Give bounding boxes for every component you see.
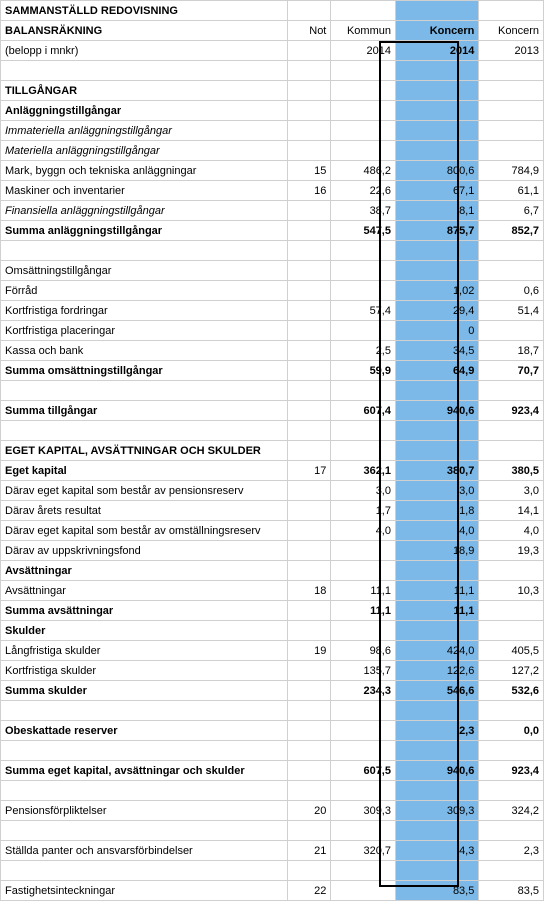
sec-anl: Anläggningstillgångar [1, 101, 288, 121]
table-row: Anläggningstillgångar [1, 101, 544, 121]
row-pensf: Pensionsförpliktelser [1, 801, 288, 821]
table-row [1, 821, 544, 841]
row-kassa: Kassa och bank [1, 341, 288, 361]
table-row: Summa anläggningstillgångar 547,5 875,7 … [1, 221, 544, 241]
row-stpant: Ställda panter och ansvarsförbindelser [1, 841, 288, 861]
table-row: Avsättningar 18 11,1 11,1 10,3 [1, 581, 544, 601]
table-row [1, 241, 544, 261]
table-row [1, 381, 544, 401]
table-row [1, 861, 544, 881]
row-omres: Därav eget kapital som består av omställ… [1, 521, 288, 541]
table-row: Därav av uppskrivningsfond 18,9 19,3 [1, 541, 544, 561]
table-row: (belopp i mnkr) 2014 2014 2013 [1, 41, 544, 61]
table-row: Kortfristiga skulder 135,7 122,6 127,2 [1, 661, 544, 681]
header-title-1: SAMMANSTÄLLD REDOVISNING [1, 1, 288, 21]
table-row: Omsättningstillgångar [1, 261, 544, 281]
table-row: Immateriella anläggningstillgångar [1, 121, 544, 141]
row-aretsres: Därav årets resultat [1, 501, 288, 521]
sum-anl: Summa anläggningstillgångar [1, 221, 288, 241]
table-row: Förråd 1,02 0,6 [1, 281, 544, 301]
row-mask-label: Maskiner och inventarier [1, 181, 288, 201]
eget-kapital: Eget kapital [1, 461, 288, 481]
row-kortsk: Kortfristiga skulder [1, 661, 288, 681]
table-row: Därav eget kapital som består av pension… [1, 481, 544, 501]
col-not: Not [287, 21, 331, 41]
sec-tillgangar: TILLGÅNGAR [1, 81, 288, 101]
sum-till: Summa tillgångar [1, 401, 288, 421]
table-row: Summa avsättningar 11,1 11,1 [1, 601, 544, 621]
sec-avs: Avsättningar [1, 561, 288, 581]
table-row: Finansiella anläggningstillgångar 38,7 8… [1, 201, 544, 221]
table-row [1, 741, 544, 761]
sum-oms: Summa omsättningstillgångar [1, 361, 288, 381]
table-row: EGET KAPITAL, AVSÄTTNINGAR OCH SKULDER [1, 441, 544, 461]
table-row: Mark, byggn och tekniska anläggningar 15… [1, 161, 544, 181]
col-koncern-2014: Koncern [395, 21, 478, 41]
sum-avs: Summa avsättningar [1, 601, 288, 621]
sec-eget: EGET KAPITAL, AVSÄTTNINGAR OCH SKULDER [1, 441, 288, 461]
table-row: Summa eget kapital, avsättningar och sku… [1, 761, 544, 781]
row-fastint: Fastighetsinteckningar [1, 881, 288, 901]
table-row: Summa tillgångar 607,4 940,6 923,4 [1, 401, 544, 421]
table-row: Långfristiga skulder 19 98,6 424,0 405,5 [1, 641, 544, 661]
row-forrad: Förråd [1, 281, 288, 301]
sec-mat: Materiella anläggningstillgångar [1, 141, 288, 161]
year-kommun: 2014 [331, 41, 396, 61]
table-row [1, 61, 544, 81]
balance-sheet-table: SAMMANSTÄLLD REDOVISNING BALANSRÄKNING N… [0, 0, 544, 901]
header-sub: (belopp i mnkr) [1, 41, 288, 61]
row-uppskr: Därav av uppskrivningsfond [1, 541, 288, 561]
row-avs: Avsättningar [1, 581, 288, 601]
row-langsk: Långfristiga skulder [1, 641, 288, 661]
col-koncern-2013: Koncern [479, 21, 544, 41]
row-pensres: Därav eget kapital som består av pension… [1, 481, 288, 501]
col-kommun: Kommun [331, 21, 396, 41]
header-title-2: BALANSRÄKNING [1, 21, 288, 41]
row-kf-fordr: Kortfristiga fordringar [1, 301, 288, 321]
sec-skulder: Skulder [1, 621, 288, 641]
table-row: Pensionsförpliktelser 20 309,3 309,3 324… [1, 801, 544, 821]
table-row [1, 421, 544, 441]
year-koncern-2014: 2014 [395, 41, 478, 61]
table-row: Avsättningar [1, 561, 544, 581]
table-row: Därav eget kapital som består av omställ… [1, 521, 544, 541]
table-row: Skulder [1, 621, 544, 641]
table-row: Summa skulder 234,3 546,6 532,6 [1, 681, 544, 701]
table-row: Ställda panter och ansvarsförbindelser 2… [1, 841, 544, 861]
table-row: TILLGÅNGAR [1, 81, 544, 101]
table-row: Kassa och bank 2,5 34,5 18,7 [1, 341, 544, 361]
table-row: Kortfristiga fordringar 57,4 29,4 51,4 [1, 301, 544, 321]
obesk: Obeskattade reserver [1, 721, 288, 741]
table-row: Obeskattade reserver 2,3 0,0 [1, 721, 544, 741]
table-row: Därav årets resultat 1,7 1,8 14,1 [1, 501, 544, 521]
table-row [1, 701, 544, 721]
sum-eget: Summa eget kapital, avsättningar och sku… [1, 761, 288, 781]
sec-immat: Immateriella anläggningstillgångar [1, 121, 288, 141]
sec-finans: Finansiella anläggningstillgångar [1, 201, 288, 221]
table-row: Eget kapital 17 362,1 380,7 380,5 [1, 461, 544, 481]
row-mark-label: Mark, byggn och tekniska anläggningar [1, 161, 288, 181]
year-koncern-2013: 2013 [479, 41, 544, 61]
sum-skuld: Summa skulder [1, 681, 288, 701]
table-row: SAMMANSTÄLLD REDOVISNING [1, 1, 544, 21]
table-row: Kortfristiga placeringar 0 [1, 321, 544, 341]
table-row: Fastighetsinteckningar 22 83,5 83,5 [1, 881, 544, 901]
table-row: Summa omsättningstillgångar 59,9 64,9 70… [1, 361, 544, 381]
table-row: BALANSRÄKNING Not Kommun Koncern Koncern [1, 21, 544, 41]
table-row [1, 781, 544, 801]
sec-oms: Omsättningstillgångar [1, 261, 288, 281]
table-row: Maskiner och inventarier 16 22,6 67,1 61… [1, 181, 544, 201]
row-kf-plac: Kortfristiga placeringar [1, 321, 288, 341]
table-row: Materiella anläggningstillgångar [1, 141, 544, 161]
